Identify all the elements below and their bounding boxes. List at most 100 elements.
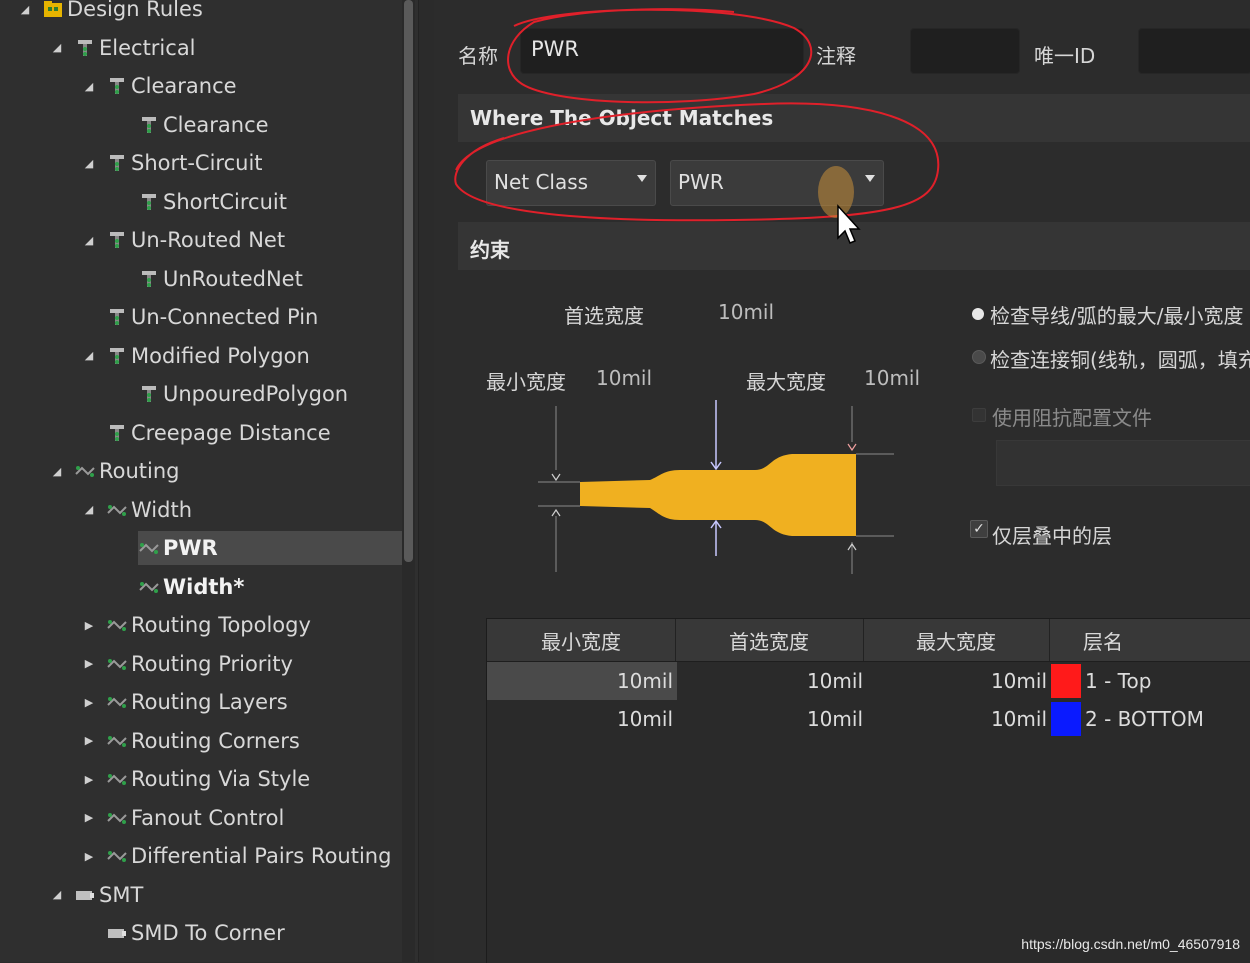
expanded-arrow-icon[interactable]: ◢ [82, 234, 96, 247]
tree-item-label: ShortCircuit [163, 189, 287, 214]
expanded-arrow-icon[interactable]: ◢ [82, 157, 96, 170]
tree-item-label: Clearance [163, 112, 269, 137]
tree-scrollbar-thumb[interactable] [404, 0, 413, 562]
where-object-matches-title: Where The Object Matches [470, 106, 774, 130]
electrical-rule-icon [74, 37, 96, 59]
tree-item-label: Electrical [99, 35, 196, 60]
tree-item-label: Creepage Distance [131, 420, 331, 445]
expanded-arrow-icon[interactable]: ◢ [50, 888, 64, 901]
expanded-arrow-icon[interactable]: ◢ [82, 503, 96, 516]
expanded-arrow-icon[interactable]: ◢ [82, 80, 96, 93]
expanded-arrow-icon[interactable]: ◢ [18, 3, 32, 16]
collapsed-arrow-icon[interactable]: ▶ [82, 696, 96, 709]
column-header-min-width[interactable]: 最小宽度 [487, 619, 676, 661]
tree-item-label: PWR [163, 536, 218, 560]
tree-item-clearance[interactable]: Clearance [114, 108, 269, 142]
tree-item-creepage-distance[interactable]: Creepage Distance [82, 416, 331, 450]
column-header-layer-name[interactable]: 层名 [1049, 619, 1183, 661]
tree-item-shortcircuit[interactable]: ShortCircuit [114, 185, 287, 219]
cell-preferred-width[interactable]: 10mil [677, 700, 867, 738]
cell-layer-name[interactable]: 1 - Top [1085, 662, 1151, 700]
tree-item-short-circuit[interactable]: ◢ Short-Circuit [82, 146, 263, 180]
tree-item-routing-corners[interactable]: ▶ Routing Corners [82, 724, 300, 758]
expanded-arrow-icon[interactable]: ◢ [82, 349, 96, 362]
tree-item-label: SMT [99, 882, 144, 907]
match-type-dropdown[interactable]: Net Class [486, 160, 656, 206]
collapsed-arrow-icon[interactable]: ▶ [82, 773, 96, 786]
tree-item-label: Routing Topology [131, 613, 311, 637]
layer-width-table: 最小宽度 首选宽度 最大宽度 层名 10mil 10mil 10mil 1 - … [486, 618, 1250, 963]
column-header-preferred-width[interactable]: 首选宽度 [675, 619, 864, 661]
cell-max-width[interactable]: 10mil [867, 662, 1051, 700]
cell-max-width[interactable]: 10mil [867, 700, 1051, 738]
cell-layer-name[interactable]: 2 - BOTTOM [1085, 700, 1204, 738]
tree-item-label: UnRoutedNet [163, 266, 303, 291]
tree-item-label: Clearance [131, 74, 237, 98]
electrical-rule-icon [106, 229, 128, 251]
tree-item-routing-topology[interactable]: ▶ Routing Topology [82, 608, 311, 642]
collapsed-arrow-icon[interactable]: ▶ [82, 811, 96, 824]
name-input[interactable]: PWR [520, 28, 804, 74]
electrical-rule-icon [138, 114, 160, 136]
tree-item-routing-layers[interactable]: ▶ Routing Layers [82, 685, 288, 719]
unique-id-input[interactable] [1138, 28, 1250, 74]
routing-rule-icon [106, 845, 128, 867]
tree-item-label: Width [131, 497, 193, 522]
tree-item-label: UnpouredPolygon [163, 382, 349, 406]
match-target-value: PWR [678, 170, 724, 194]
table-row[interactable]: 10mil 10mil 10mil 2 - BOTTOM [487, 700, 1250, 738]
collapsed-arrow-icon[interactable]: ▶ [82, 734, 96, 747]
tree-item-design-rules[interactable]: ◢ Design Rules [18, 0, 203, 26]
comment-input[interactable] [910, 28, 1020, 74]
tree-item-smt[interactable]: ◢ SMT [50, 878, 144, 912]
tree-item-width[interactable]: Width* [114, 570, 244, 604]
electrical-rule-icon [106, 345, 128, 367]
check-track-radio[interactable] [972, 308, 984, 320]
impedance-checkbox[interactable] [972, 408, 986, 422]
cell-min-width[interactable]: 10mil [487, 700, 677, 738]
max-width-value[interactable]: 10mil [864, 366, 920, 390]
electrical-rule-icon [138, 268, 160, 290]
tree-item-routing-via-style[interactable]: ▶ Routing Via Style [82, 762, 310, 796]
routing-rule-icon [138, 576, 160, 598]
cell-preferred-width[interactable]: 10mil [677, 662, 867, 700]
collapsed-arrow-icon[interactable]: ▶ [82, 850, 96, 863]
min-width-value[interactable]: 10mil [596, 366, 652, 390]
check-track-option-label: 检查导线/弧的最大/最小宽度 [990, 304, 1244, 328]
tree-item-electrical[interactable]: ◢ Electrical [50, 31, 196, 65]
tree-item-routing-priority[interactable]: ▶ Routing Priority [82, 647, 293, 681]
check-copper-radio[interactable] [972, 350, 986, 364]
tree-item-differential-pairs-routing[interactable]: ▶ Differential Pairs Routing [82, 839, 392, 873]
tree-item-label: Width* [163, 574, 245, 599]
tree-item-pwr[interactable]: PWR [138, 531, 411, 565]
collapsed-arrow-icon[interactable]: ▶ [82, 657, 96, 670]
tree-item-routing[interactable]: ◢ Routing [50, 454, 180, 488]
expanded-arrow-icon[interactable]: ◢ [50, 465, 64, 478]
tree-item-modified-polygon[interactable]: ◢ Modified Polygon [82, 339, 310, 373]
check-copper-option-label: 检查连接铜(线轨，圆弧，填充， [990, 348, 1250, 372]
tree-item-unpouredpolygon[interactable]: UnpouredPolygon [114, 377, 348, 411]
tree-item-label: Un-Connected Pin [131, 305, 319, 329]
stack-layers-checkbox[interactable]: ✓ [970, 520, 988, 538]
rules-tree[interactable]: ◢ Design Rules ◢ Electrical ◢ Clearance Cleara… [0, 0, 419, 962]
unique-id-label: 唯一ID [1034, 44, 1096, 68]
tree-item-width[interactable]: ◢ Width [82, 493, 192, 527]
table-row[interactable]: 10mil 10mil 10mil 1 - Top [487, 662, 1250, 700]
tree-item-fanout-control[interactable]: ▶ Fanout Control [82, 801, 285, 835]
tree-item-clearance[interactable]: ◢ Clearance [82, 69, 237, 103]
preferred-width-value[interactable]: 10mil [718, 300, 774, 324]
tree-item-smd-to-corner[interactable]: SMD To Corner [82, 916, 285, 950]
tree-item-un-connected-pin[interactable]: Un-Connected Pin [82, 300, 318, 334]
rule-editor-panel: 名称 PWR 注释 唯一ID Where The Object Matches … [434, 0, 1250, 963]
electrical-rule-icon [106, 75, 128, 97]
cell-min-width[interactable]: 10mil [487, 662, 677, 700]
layer-color-swatch [1051, 664, 1081, 698]
expanded-arrow-icon[interactable]: ◢ [50, 41, 64, 54]
column-header-max-width[interactable]: 最大宽度 [863, 619, 1050, 661]
tree-item-unroutednet[interactable]: UnRoutedNet [114, 262, 303, 296]
electrical-rule-icon [138, 383, 160, 405]
impedance-profile-dropdown[interactable] [996, 440, 1250, 486]
collapsed-arrow-icon[interactable]: ▶ [82, 619, 96, 632]
tree-item-un-routed-net[interactable]: ◢ Un-Routed Net [82, 223, 285, 257]
tree-item-label: Differential Pairs Routing [131, 844, 392, 868]
